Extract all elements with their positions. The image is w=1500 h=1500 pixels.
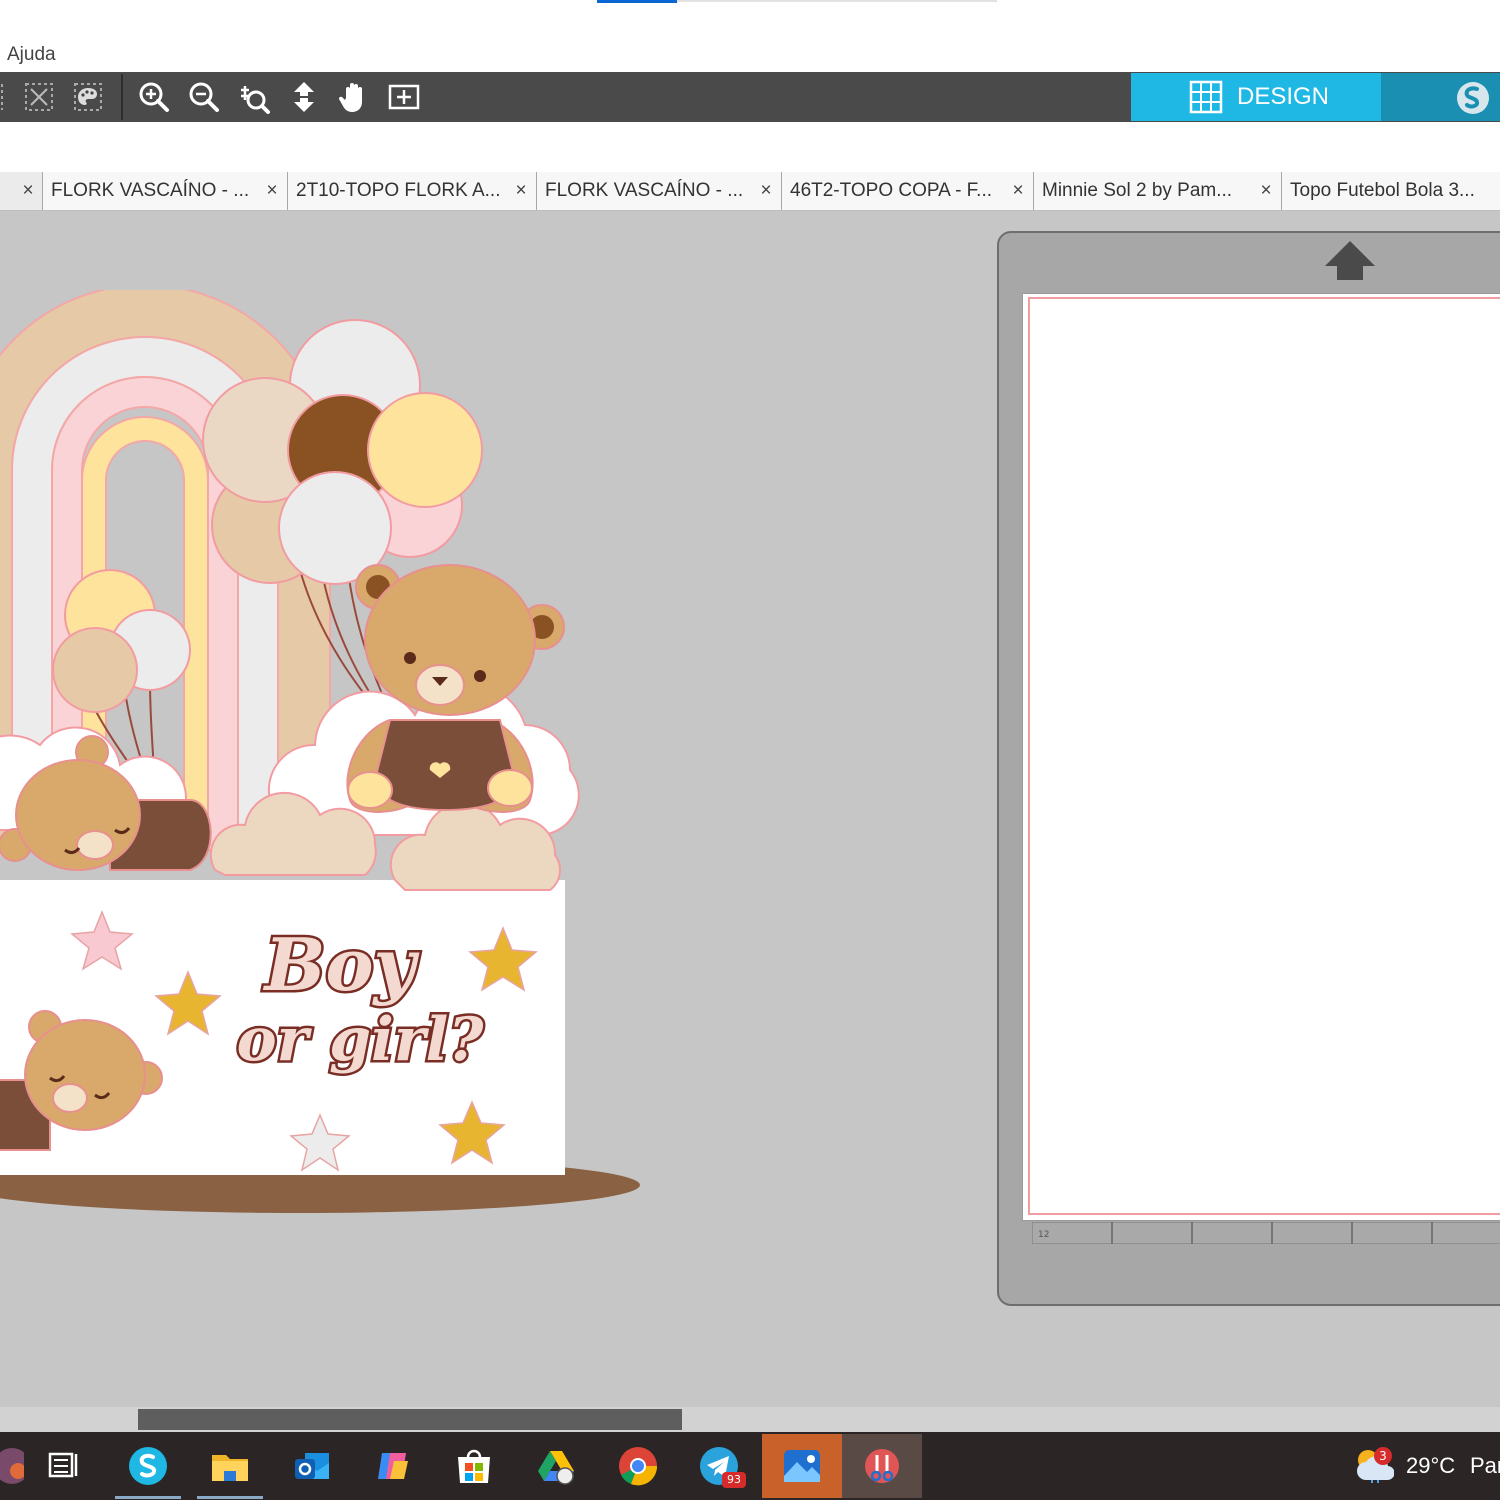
- grid-icon: [1189, 80, 1223, 114]
- active-app-indicator: [115, 1496, 181, 1499]
- deselect-icon[interactable]: [20, 78, 58, 116]
- photos-icon[interactable]: [762, 1434, 842, 1498]
- document-tab-label: Topo Futebol Bola 3...: [1290, 180, 1475, 201]
- document-tab[interactable]: Topo Futebol Bola 3...: [1281, 172, 1500, 210]
- title-progress-track: [677, 0, 997, 2]
- select-all-icon[interactable]: [0, 78, 14, 116]
- pan-hand-icon[interactable]: [335, 78, 373, 116]
- copilot-icon[interactable]: [360, 1436, 426, 1496]
- design-tab[interactable]: DESIGN: [1131, 73, 1381, 121]
- chrome-icon[interactable]: [605, 1436, 671, 1496]
- menu-help[interactable]: Ajuda: [7, 44, 56, 66]
- title-progress-indicator: [597, 0, 677, 3]
- weather-temperature[interactable]: 29°C: [1406, 1453, 1455, 1479]
- weather-condition[interactable]: Par: [1470, 1453, 1500, 1479]
- tab-close-icon[interactable]: ×: [262, 180, 282, 202]
- silhouette-store-icon[interactable]: [1455, 80, 1491, 116]
- snipping-tool-icon[interactable]: [842, 1434, 922, 1498]
- tab-close-icon[interactable]: ×: [756, 180, 776, 202]
- tab-close-icon[interactable]: ×: [1256, 180, 1276, 202]
- zoom-in-icon[interactable]: [135, 78, 173, 116]
- document-tab-label: 46T2-TOPO COPA - F...: [790, 180, 993, 201]
- mat-ruler: 12: [1032, 1222, 1500, 1244]
- file-explorer-icon[interactable]: [197, 1436, 263, 1496]
- document-tab[interactable]: FLORK VASCAÍNO - ...: [536, 172, 781, 210]
- select-by-color-icon[interactable]: [69, 78, 107, 116]
- title-line-2: or girl?: [237, 1005, 485, 1075]
- horizontal-scrollbar-thumb[interactable]: [138, 1409, 682, 1430]
- toolbar-separator: [121, 74, 123, 120]
- title-bar: [0, 0, 1500, 40]
- tab-close-icon[interactable]: ×: [511, 180, 531, 202]
- document-tab-label: Minnie Sol 2 by Pam...: [1042, 180, 1233, 201]
- outlook-icon[interactable]: [279, 1436, 345, 1496]
- task-view-icon[interactable]: [30, 1436, 96, 1496]
- document-tab[interactable]: 2T10-TOPO FLORK A...: [287, 172, 536, 210]
- title-line-1: Boy: [263, 922, 420, 1007]
- weather-alert-badge: 3: [1374, 1447, 1392, 1465]
- cut-border: [1028, 297, 1500, 1215]
- drag-move-icon[interactable]: [285, 78, 323, 116]
- document-tab-label: FLORK VASCAÍNO - ...: [545, 180, 744, 201]
- design-tab-label: DESIGN: [1237, 83, 1330, 110]
- document-tab-label: FLORK VASCAÍNO - ...: [51, 180, 250, 201]
- silhouette-studio-icon[interactable]: [115, 1436, 181, 1496]
- notification-badge: 93: [722, 1472, 746, 1488]
- active-app-indicator: [197, 1496, 263, 1499]
- google-drive-icon[interactable]: [523, 1436, 589, 1496]
- tab-close-icon[interactable]: ×: [1008, 180, 1028, 202]
- document-tab[interactable]: FLORK VASCAÍNO - ...: [42, 172, 289, 210]
- cake-topper-artwork[interactable]: Boy or girl?: [0, 290, 660, 1230]
- document-tab-label: 2T10-TOPO FLORK A...: [296, 180, 501, 201]
- document-tab[interactable]: 46T2-TOPO COPA - F...: [781, 172, 1033, 210]
- microsoft-store-icon[interactable]: [441, 1436, 507, 1496]
- zoom-selection-icon[interactable]: [235, 78, 273, 116]
- menu-bar: [0, 40, 1500, 72]
- tab-close-icon[interactable]: ×: [18, 180, 38, 202]
- tool-options-strip: [0, 122, 1500, 172]
- feed-direction-arrow-icon: [1325, 241, 1375, 280]
- zoom-out-icon[interactable]: [185, 78, 223, 116]
- ruler-label: 12: [1038, 1230, 1049, 1240]
- fit-to-page-icon[interactable]: [385, 78, 423, 116]
- document-tab[interactable]: Minnie Sol 2 by Pam...: [1033, 172, 1281, 210]
